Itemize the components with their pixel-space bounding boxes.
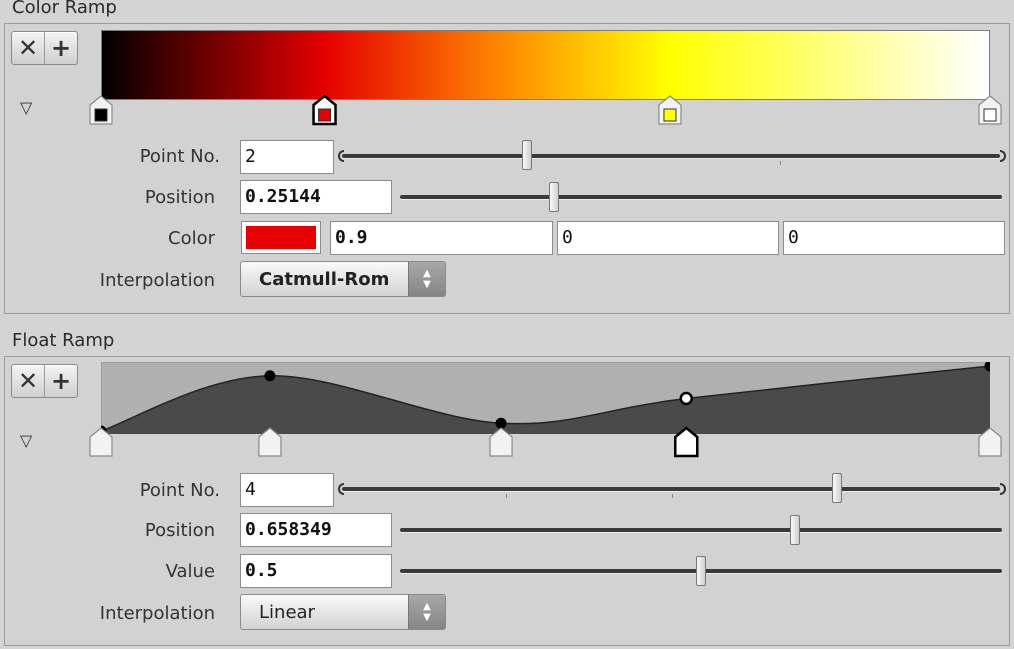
remove-point-button[interactable]: ✕ [12,365,44,397]
close-icon: ✕ [17,34,39,62]
add-point-button[interactable]: + [44,365,77,397]
add-point-button[interactable]: + [44,32,77,64]
interpolation-label: Interpolation [99,270,215,291]
position-field[interactable]: 0.25144 [240,180,392,214]
curve-point[interactable] [264,370,276,382]
color-ramp-markers[interactable] [85,90,1005,130]
float-ramp-title: Float Ramp [12,330,115,351]
plus-icon: + [50,34,72,62]
updown-arrows-icon: ▲ ▼ [408,595,445,629]
interpolation-label: Interpolation [99,603,215,624]
position-slider-handle[interactable] [789,515,800,545]
interpolation-value: Catmull-Rom [259,268,390,290]
color-swatch[interactable] [241,221,321,254]
remove-point-button[interactable]: ✕ [12,32,44,64]
float-point-marker[interactable] [258,427,282,457]
plus-icon: + [50,367,72,395]
color-green-field[interactable]: 0 [557,221,779,255]
point-no-slider-handle[interactable] [831,473,842,503]
value-slider[interactable] [400,554,1002,588]
interpolation-value: Linear [259,601,315,623]
interpolation-dropdown[interactable]: Linear ▲ ▼ [240,594,446,630]
collapse-toggle-icon[interactable]: ▽ [20,431,32,450]
color-ramp-title: Color Ramp [12,0,117,18]
float-ramp-button-group: ✕ + [11,364,78,398]
color-blue-field[interactable]: 0 [783,221,1005,255]
color-stop-marker[interactable] [89,95,113,125]
float-point-marker[interactable] [978,427,1002,457]
float-point-marker[interactable] [89,427,113,457]
color-ramp-button-group: ✕ + [11,31,78,65]
updown-arrows-icon: ▲ ▼ [408,262,445,296]
point-no-slider[interactable] [338,473,1006,507]
position-field[interactable]: 0.658349 [240,513,392,547]
position-slider-handle[interactable] [548,182,559,212]
point-no-label: Point No. [139,480,220,501]
color-stop-marker[interactable] [978,95,1002,125]
interpolation-dropdown[interactable]: Catmull-Rom ▲ ▼ [240,261,446,297]
close-icon: ✕ [17,367,39,395]
float-point-marker[interactable] [489,427,513,457]
curve-point[interactable] [679,391,694,406]
value-slider-handle[interactable] [696,556,706,586]
color-red-field[interactable]: 0.9 [330,221,553,255]
color-stop-marker[interactable] [658,95,682,125]
value-field[interactable]: 0.5 [240,554,392,588]
point-no-field[interactable]: 2 [240,140,334,174]
float-ramp-markers[interactable] [85,422,1005,462]
point-no-slider-handle[interactable] [522,140,533,170]
position-slider[interactable] [400,180,1002,214]
collapse-toggle-icon[interactable]: ▽ [20,98,32,117]
point-no-field[interactable]: 4 [240,473,334,507]
point-no-slider[interactable] [338,140,1006,174]
point-no-label: Point No. [139,146,220,167]
position-label: Position [144,520,215,541]
position-slider[interactable] [400,513,1002,547]
value-label: Value [165,561,215,582]
color-stop-marker[interactable] [312,94,337,126]
float-point-marker[interactable] [674,426,699,458]
position-label: Position [144,187,215,208]
color-label: Color [168,228,215,249]
